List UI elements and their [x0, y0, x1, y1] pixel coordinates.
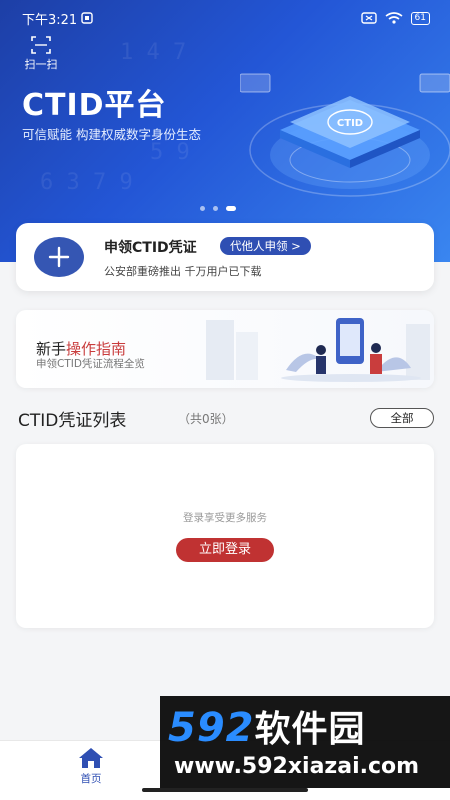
- watermark-url: www.592xiazai.com: [174, 754, 420, 779]
- apply-plus-button[interactable]: [34, 237, 84, 277]
- watermark-logo-num: 592: [168, 705, 255, 751]
- all-filter-button[interactable]: 全部: [370, 408, 434, 428]
- proxy-apply-button[interactable]: 代他人申领 >: [220, 237, 311, 255]
- login-hint: 登录享受更多服务: [183, 512, 267, 524]
- carousel-dot: [213, 206, 218, 211]
- watermark-logo-cn: 软件园: [254, 709, 366, 750]
- scan-button[interactable]: 扫一扫: [18, 36, 64, 72]
- sim-icon: [360, 12, 377, 24]
- wifi-icon: [385, 12, 403, 24]
- scan-label: 扫一扫: [24, 58, 58, 71]
- beginner-guide-card[interactable]: 新手操作指南 申领CTID凭证流程全览: [16, 310, 434, 388]
- apply-ctid-card[interactable]: 申领CTID凭证 代他人申领 > 公安部重磅推出 千万用户已下载: [16, 223, 434, 291]
- guide-subtitle: 申领CTID凭证流程全览: [36, 358, 145, 370]
- plus-icon: [48, 246, 70, 268]
- guide-illustration: [206, 318, 430, 382]
- bg-digit-decoration: 5 9: [150, 140, 190, 165]
- apply-subtitle: 公安部重磅推出 千万用户已下载: [104, 265, 262, 278]
- login-button[interactable]: 立即登录: [176, 538, 274, 562]
- notification-icon: [81, 12, 93, 24]
- list-count: （共0张）: [178, 412, 234, 426]
- apply-title: 申领CTID凭证: [104, 240, 197, 256]
- list-title: CTID凭证列表: [18, 411, 127, 431]
- ctid-list-header: CTID凭证列表 （共0张） 全部: [18, 406, 434, 432]
- watermark-logo: 592软件园: [168, 700, 366, 752]
- bg-digit-decoration: 6 3 7 9: [40, 170, 133, 195]
- carousel-dot-active: [226, 206, 236, 211]
- scan-icon: [31, 36, 51, 54]
- hero-title: CTID平台: [22, 88, 167, 123]
- carousel-dots: [200, 206, 236, 211]
- battery-icon: 61: [410, 11, 430, 25]
- status-time: 下午3:21: [22, 12, 78, 28]
- bg-digit-decoration: 1 4 7: [120, 40, 187, 65]
- watermark-overlay: 592软件园 www.592xiazai.com: [160, 696, 450, 788]
- login-prompt-card: 登录享受更多服务 立即登录: [16, 444, 434, 628]
- carousel-dot: [200, 206, 205, 211]
- ctid-platform-illustration: CTID: [240, 73, 450, 197]
- illus-ctid-logo: CTID: [337, 118, 363, 129]
- home-icon: [79, 748, 103, 768]
- status-bar: 下午3:21 61: [22, 8, 430, 28]
- home-indicator: [142, 788, 308, 792]
- tab-home-label: 首页: [80, 773, 102, 785]
- hero-subtitle: 可信赋能 构建权威数字身份生态: [22, 127, 201, 142]
- tab-home[interactable]: 首页: [64, 747, 118, 786]
